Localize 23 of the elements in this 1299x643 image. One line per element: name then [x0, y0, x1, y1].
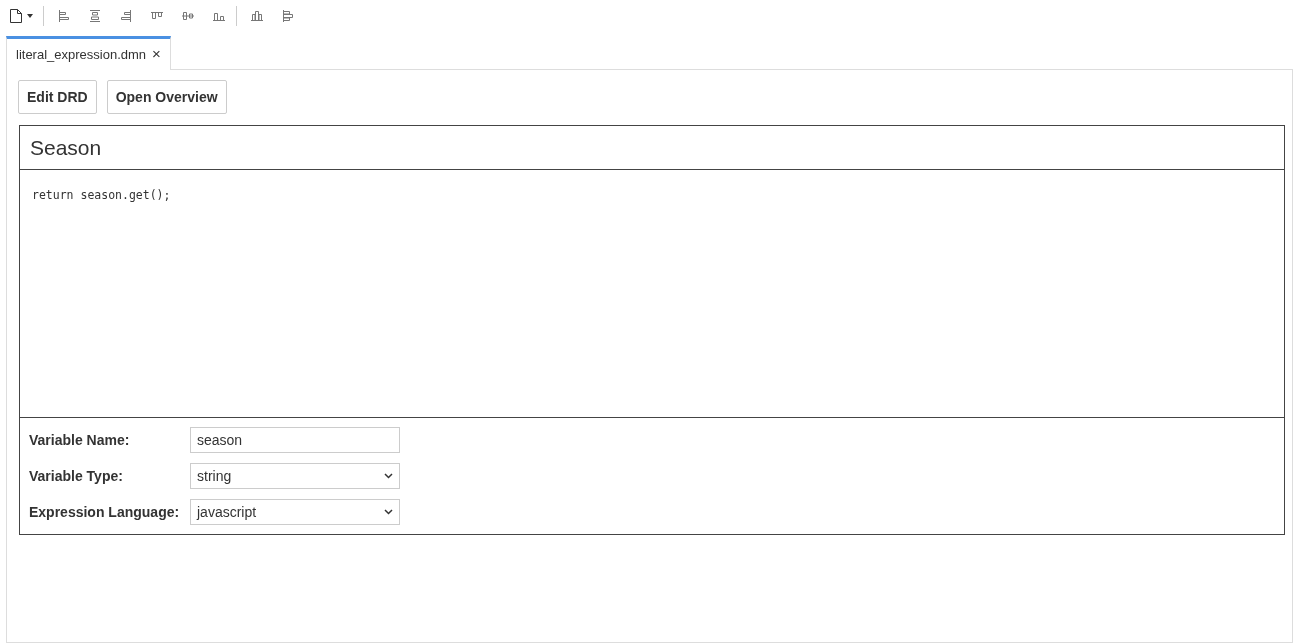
- edit-drd-button[interactable]: Edit DRD: [18, 80, 97, 114]
- select-field[interactable]: string: [190, 463, 400, 489]
- field-label: Variable Type:: [29, 466, 124, 486]
- text-field[interactable]: season: [190, 427, 400, 453]
- align-center-icon[interactable]: [88, 9, 102, 23]
- field-label: Expression Language:: [29, 502, 181, 522]
- distribute-vertical-icon[interactable]: [281, 9, 295, 23]
- file-tab[interactable]: literal_expression.dmn ×: [6, 36, 171, 70]
- caret-icon[interactable]: [27, 14, 33, 18]
- select-field[interactable]: javascript: [190, 499, 400, 525]
- align-middle-icon[interactable]: [181, 9, 195, 23]
- code-line: return season.get();: [32, 188, 171, 202]
- close-icon[interactable]: ×: [152, 43, 161, 66]
- distribute-horizontal-icon[interactable]: [250, 9, 264, 23]
- open-overview-button[interactable]: Open Overview: [106, 80, 227, 114]
- align-right-icon[interactable]: [119, 9, 133, 23]
- align-left-icon[interactable]: [57, 9, 71, 23]
- code-editor[interactable]: return season.get();: [20, 170, 1284, 418]
- chevron-down-icon: [384, 509, 393, 515]
- expression-title: Season: [30, 134, 102, 161]
- chevron-down-icon: [384, 473, 393, 479]
- new-file-icon[interactable]: [9, 8, 23, 24]
- field-label: Variable Name:: [29, 430, 131, 450]
